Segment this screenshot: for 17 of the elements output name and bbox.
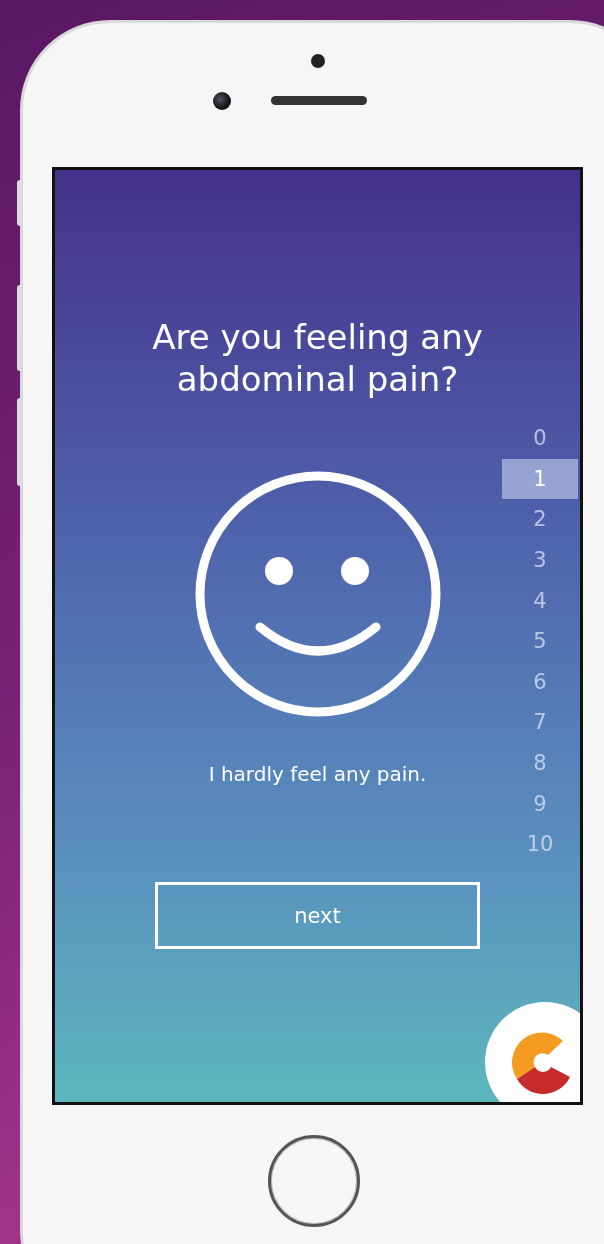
scale-option[interactable]: 4: [502, 580, 578, 621]
scale-option[interactable]: 2: [502, 499, 578, 540]
smiley-face-icon: [193, 470, 442, 718]
scale-option[interactable]: 10: [502, 823, 578, 865]
question-title: Are you feeling any abdominal pain?: [151, 316, 484, 400]
scale-option[interactable]: 0: [502, 418, 578, 459]
scale-option[interactable]: 9: [502, 783, 578, 824]
scale-option[interactable]: 8: [502, 742, 578, 784]
scale-option[interactable]: 5: [502, 620, 578, 662]
next-button[interactable]: next: [155, 882, 480, 949]
pain-description: I hardly feel any pain.: [208, 762, 427, 786]
sensor-dot: [311, 54, 325, 68]
scale-option[interactable]: 3: [502, 539, 578, 581]
scale-option[interactable]: 1: [502, 458, 578, 500]
camera-lens: [213, 92, 231, 110]
scale-option[interactable]: 7: [502, 702, 578, 743]
scale-option[interactable]: 6: [502, 661, 578, 703]
